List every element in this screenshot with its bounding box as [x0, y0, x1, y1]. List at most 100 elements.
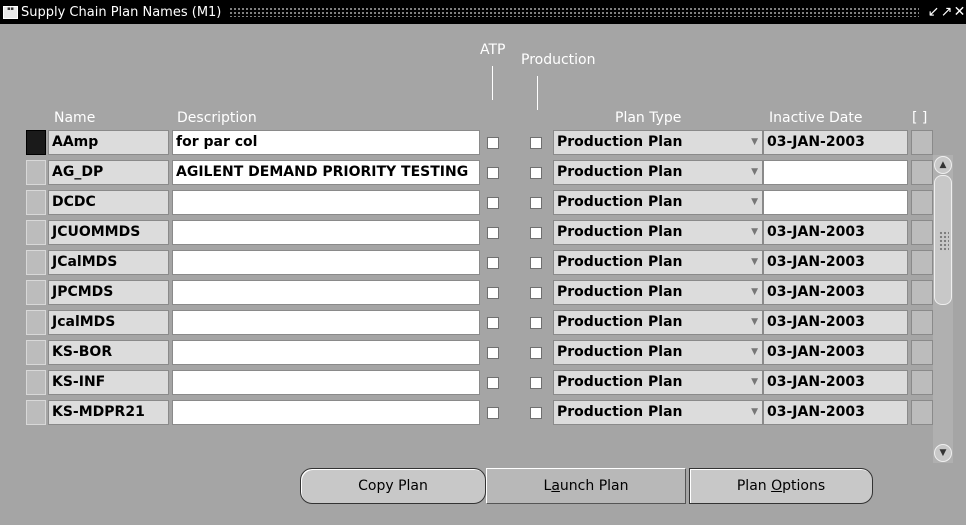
descriptive-flexfield[interactable]: [911, 220, 933, 245]
scroll-up-icon[interactable]: ▲: [934, 156, 952, 174]
plan-options-button[interactable]: Plan Options: [689, 468, 873, 504]
row-selector[interactable]: [26, 250, 46, 275]
chevron-down-icon[interactable]: ▼: [751, 221, 758, 244]
chevron-down-icon[interactable]: ▼: [751, 401, 758, 424]
production-checkbox[interactable]: [530, 347, 542, 359]
description-field[interactable]: AGILENT DEMAND PRIORITY TESTING: [172, 160, 480, 185]
plan-name-field[interactable]: AG_DP: [48, 160, 169, 185]
chevron-down-icon[interactable]: ▼: [751, 161, 758, 184]
chevron-down-icon[interactable]: ▼: [751, 251, 758, 274]
row-selector[interactable]: [26, 310, 46, 335]
inactive-date-field[interactable]: 03-JAN-2003: [763, 220, 908, 245]
descriptive-flexfield[interactable]: [911, 340, 933, 365]
plan-type-select[interactable]: Production Plan ▼: [553, 250, 763, 275]
plan-name-field[interactable]: AAmp: [48, 130, 169, 155]
description-field[interactable]: [172, 340, 480, 365]
plan-type-select[interactable]: Production Plan ▼: [553, 340, 763, 365]
atp-checkbox[interactable]: [487, 227, 499, 239]
plan-type-select[interactable]: Production Plan ▼: [553, 310, 763, 335]
production-checkbox[interactable]: [530, 287, 542, 299]
chevron-down-icon[interactable]: ▼: [751, 341, 758, 364]
plan-name-field[interactable]: JPCMDS: [48, 280, 169, 305]
plan-name-field[interactable]: KS-MDPR21: [48, 400, 169, 425]
inactive-date-field[interactable]: 03-JAN-2003: [763, 280, 908, 305]
plan-name-field[interactable]: JCUOMMDS: [48, 220, 169, 245]
atp-checkbox[interactable]: [487, 257, 499, 269]
descriptive-flexfield[interactable]: [911, 400, 933, 425]
plan-name-field[interactable]: KS-INF: [48, 370, 169, 395]
maximize-icon[interactable]: ↗: [940, 0, 953, 24]
production-checkbox[interactable]: [530, 407, 542, 419]
copy-plan-button[interactable]: Copy Plan: [300, 468, 486, 504]
inactive-date-field[interactable]: 03-JAN-2003: [763, 400, 908, 425]
descriptive-flexfield[interactable]: [911, 190, 933, 215]
plan-type-select[interactable]: Production Plan ▼: [553, 130, 763, 155]
descriptive-flexfield[interactable]: [911, 130, 933, 155]
scroll-thumb[interactable]: [934, 175, 952, 305]
descriptive-flexfield[interactable]: [911, 280, 933, 305]
description-field[interactable]: for par col: [172, 130, 480, 155]
atp-checkbox[interactable]: [487, 167, 499, 179]
production-checkbox[interactable]: [530, 137, 542, 149]
plan-type-select[interactable]: Production Plan ▼: [553, 220, 763, 245]
inactive-date-field[interactable]: 03-JAN-2003: [763, 370, 908, 395]
plan-type-select[interactable]: Production Plan ▼: [553, 190, 763, 215]
atp-checkbox[interactable]: [487, 197, 499, 209]
launch-plan-button[interactable]: Launch Plan: [486, 468, 686, 504]
vertical-scrollbar[interactable]: ▲ ▼: [933, 155, 953, 463]
row-selector[interactable]: [26, 370, 46, 395]
description-field[interactable]: [172, 280, 480, 305]
inactive-date-field[interactable]: 03-JAN-2003: [763, 250, 908, 275]
description-field[interactable]: [172, 400, 480, 425]
col-header-flex[interactable]: [ ]: [912, 110, 927, 126]
atp-checkbox[interactable]: [487, 377, 499, 389]
scroll-down-icon[interactable]: ▼: [934, 444, 952, 462]
descriptive-flexfield[interactable]: [911, 160, 933, 185]
chevron-down-icon[interactable]: ▼: [751, 191, 758, 214]
atp-checkbox[interactable]: [487, 137, 499, 149]
plan-type-select[interactable]: Production Plan ▼: [553, 280, 763, 305]
inactive-date-field[interactable]: 03-JAN-2003: [763, 340, 908, 365]
minimize-icon[interactable]: ↙: [927, 0, 940, 24]
atp-checkbox[interactable]: [487, 347, 499, 359]
row-selector[interactable]: [26, 400, 46, 425]
descriptive-flexfield[interactable]: [911, 250, 933, 275]
row-selector[interactable]: [26, 130, 46, 155]
plan-type-select[interactable]: Production Plan ▼: [553, 400, 763, 425]
inactive-date-field[interactable]: 03-JAN-2003: [763, 310, 908, 335]
production-checkbox[interactable]: [530, 317, 542, 329]
chevron-down-icon[interactable]: ▼: [751, 311, 758, 334]
row-selector[interactable]: [26, 280, 46, 305]
row-selector[interactable]: [26, 190, 46, 215]
description-field[interactable]: [172, 250, 480, 275]
row-selector[interactable]: [26, 160, 46, 185]
description-field[interactable]: [172, 310, 480, 335]
plan-name-field[interactable]: JcalMDS: [48, 310, 169, 335]
production-checkbox[interactable]: [530, 167, 542, 179]
chevron-down-icon[interactable]: ▼: [751, 131, 758, 154]
window-titlebar[interactable]: ▪▪ Supply Chain Plan Names (M1) ↙ ↗ ✕: [0, 0, 966, 24]
inactive-date-field[interactable]: 03-JAN-2003: [763, 130, 908, 155]
plan-name-field[interactable]: KS-BOR: [48, 340, 169, 365]
plan-name-field[interactable]: DCDC: [48, 190, 169, 215]
close-icon[interactable]: ✕: [953, 0, 966, 24]
description-field[interactable]: [172, 220, 480, 245]
descriptive-flexfield[interactable]: [911, 310, 933, 335]
inactive-date-field[interactable]: [763, 190, 908, 215]
plan-name-field[interactable]: JCalMDS: [48, 250, 169, 275]
row-selector[interactable]: [26, 220, 46, 245]
inactive-date-field[interactable]: [763, 160, 908, 185]
atp-checkbox[interactable]: [487, 287, 499, 299]
atp-checkbox[interactable]: [487, 317, 499, 329]
production-checkbox[interactable]: [530, 227, 542, 239]
row-selector[interactable]: [26, 340, 46, 365]
chevron-down-icon[interactable]: ▼: [751, 371, 758, 394]
description-field[interactable]: [172, 370, 480, 395]
plan-type-select[interactable]: Production Plan ▼: [553, 370, 763, 395]
production-checkbox[interactable]: [530, 257, 542, 269]
descriptive-flexfield[interactable]: [911, 370, 933, 395]
production-checkbox[interactable]: [530, 377, 542, 389]
atp-checkbox[interactable]: [487, 407, 499, 419]
chevron-down-icon[interactable]: ▼: [751, 281, 758, 304]
production-checkbox[interactable]: [530, 197, 542, 209]
